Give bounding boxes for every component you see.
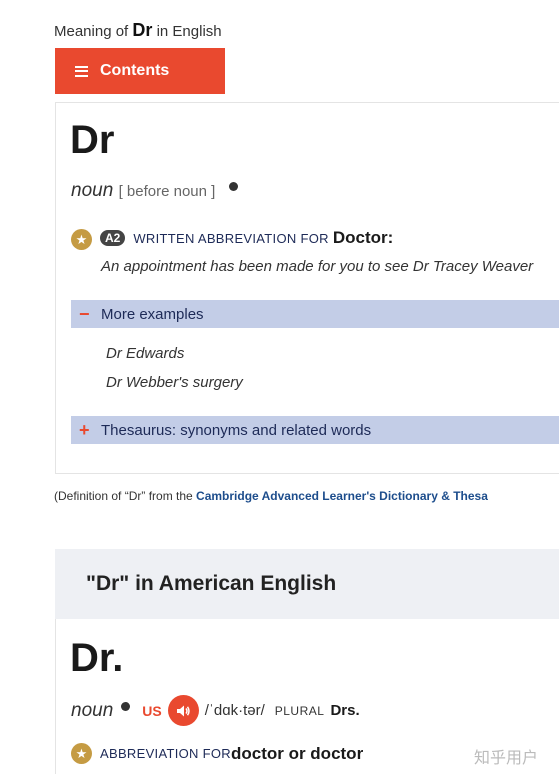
- dictionary-link[interactable]: Cambridge Advanced Learner's Dictionary …: [196, 489, 488, 503]
- abbrev-label: WRITTEN ABBREVIATION FOR: [133, 230, 329, 246]
- pronunciation-dot: [121, 702, 131, 711]
- level-badge: A2: [100, 230, 126, 246]
- credit-prefix: (Definition of “Dr” from the: [54, 489, 193, 503]
- plural-word: Drs.: [330, 702, 360, 719]
- grammar-label: [ before noun ]: [118, 183, 216, 200]
- contents-button[interactable]: Contents: [55, 48, 225, 94]
- example-sentence: An appointment has been made for you to …: [101, 258, 534, 275]
- section-title-text: "Dr" in American English: [86, 572, 337, 595]
- meaning-word: Dr: [132, 20, 153, 40]
- meaning-prefix: Meaning of: [54, 23, 129, 40]
- definition-credit: (Definition of “Dr” from the Cambridge A…: [54, 489, 488, 503]
- plural-label: PLURAL: [274, 703, 325, 718]
- definition-line: A2 WRITTEN ABBREVIATION FOR Doctor:: [100, 228, 393, 248]
- star-icon: ★: [71, 743, 92, 764]
- region-label: US: [142, 702, 162, 719]
- part-of-speech: noun: [71, 180, 114, 201]
- section-title: "Dr" in American English: [55, 549, 559, 619]
- speaker-icon[interactable]: [167, 695, 199, 726]
- pos-line-american: noun US /ˈdɑk·tər/ PLURAL Drs.: [71, 695, 360, 726]
- list-item: Dr Edwards: [106, 345, 185, 362]
- definition-line-american: ★ ABBREVIATION FOR doctor or doctor: [71, 743, 363, 764]
- meaning-suffix: in English: [156, 23, 222, 40]
- watermark: 知乎用户: [474, 750, 539, 767]
- thesaurus-toggle[interactable]: + Thesaurus: synonyms and related words: [71, 416, 559, 444]
- headword-american: Dr.: [70, 636, 124, 680]
- headword: Dr: [70, 118, 115, 162]
- plus-icon: +: [79, 419, 90, 440]
- thesaurus-label: Thesaurus: synonyms and related words: [101, 421, 372, 439]
- definition-word: doctor or doctor: [230, 743, 364, 763]
- meaning-heading: Meaning of Dr in English: [54, 20, 222, 41]
- list-item: Dr Webber's surgery: [106, 374, 243, 391]
- abbrev-label: ABBREVIATION FOR: [100, 746, 231, 761]
- pronunciation-dot: [228, 182, 238, 192]
- definition-word: Doctor:: [332, 228, 394, 247]
- star-icon: ★: [71, 229, 92, 250]
- contents-label: Contents: [100, 62, 170, 79]
- hamburger-icon: [75, 63, 88, 79]
- more-examples-toggle[interactable]: − More examples: [71, 300, 559, 328]
- minus-icon: −: [79, 303, 90, 324]
- part-of-speech: noun: [71, 699, 114, 721]
- pos-line: noun [ before noun ]: [71, 180, 238, 202]
- ipa-pronunciation: /ˈdɑk·tər/: [204, 702, 265, 719]
- more-examples-label: More examples: [101, 305, 204, 323]
